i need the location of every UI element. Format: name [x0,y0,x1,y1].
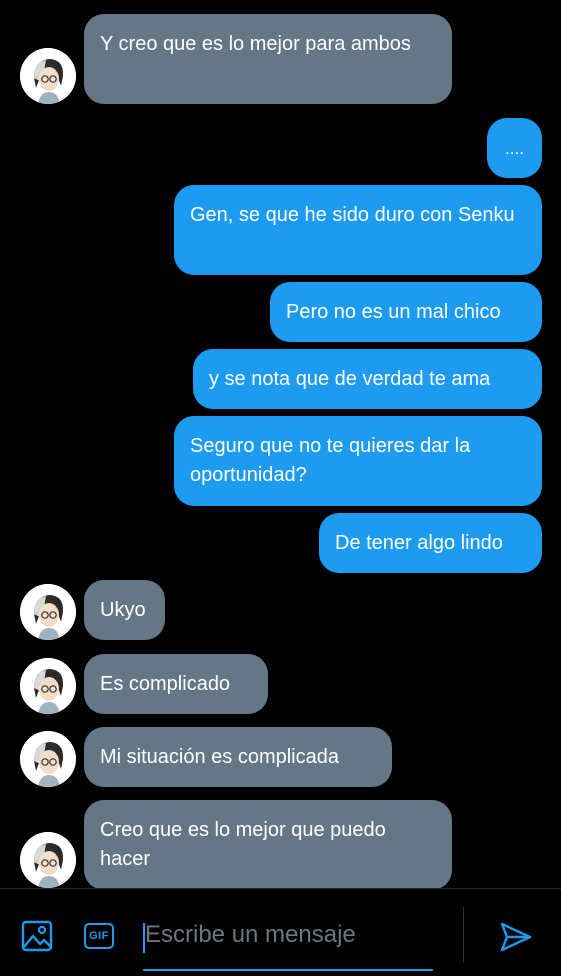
avatar[interactable] [20,658,76,714]
gif-button[interactable]: GIF [82,920,116,952]
message-bubble[interactable]: Ukyo [84,580,165,640]
message-text: Gen, se que he sido duro con Senku [190,204,515,226]
avatar[interactable] [20,48,76,104]
message-text: .... [505,139,524,158]
message-bubble[interactable]: Gen, se que he sido duro con Senku [174,185,542,275]
image-button[interactable] [20,919,54,953]
message-bubble[interactable]: Pero no es un mal chico [270,282,542,342]
image-icon [21,920,53,952]
send-button[interactable] [498,919,534,955]
divider [463,907,464,963]
message-input-placeholder: Escribe un mensaje [145,921,356,948]
message-bubble[interactable]: y se nota que de verdad te ama [193,349,542,409]
message-bubble[interactable]: Y creo que es lo mejor para ambos [84,14,452,104]
message-text: Es complicado [100,673,231,695]
avatar[interactable] [20,584,76,640]
message-text: Pero no es un mal chico [286,301,501,323]
avatar[interactable] [20,731,76,787]
message-text: De tener algo lindo [335,532,503,554]
message-bubble[interactable]: .... [487,118,542,178]
message-bubble[interactable]: De tener algo lindo [319,513,542,573]
message-text: Y creo que es lo mejor para ambos [100,33,411,55]
message-composer: GIF Escribe un mensaje [0,888,561,976]
message-text: Creo que es lo mejor que puedo hacer [100,819,386,870]
message-text: Ukyo [100,599,146,621]
message-bubble[interactable]: Creo que es lo mejor que puedo hacer [84,800,452,890]
message-bubble[interactable]: Es complicado [84,654,268,714]
send-icon [500,922,532,952]
gif-icon: GIF [84,923,114,949]
message-text: y se nota que de verdad te ama [209,368,491,390]
message-bubble[interactable]: Seguro que no te quieres dar la oportuni… [174,416,542,506]
message-input[interactable]: Escribe un mensaje [143,911,433,971]
avatar[interactable] [20,832,76,888]
message-text: Seguro que no te quieres dar la oportuni… [190,435,471,486]
message-bubble[interactable]: Mi situación es complicada [84,727,392,787]
message-text: Mi situación es complicada [100,746,339,768]
gif-label: GIF [89,930,109,942]
